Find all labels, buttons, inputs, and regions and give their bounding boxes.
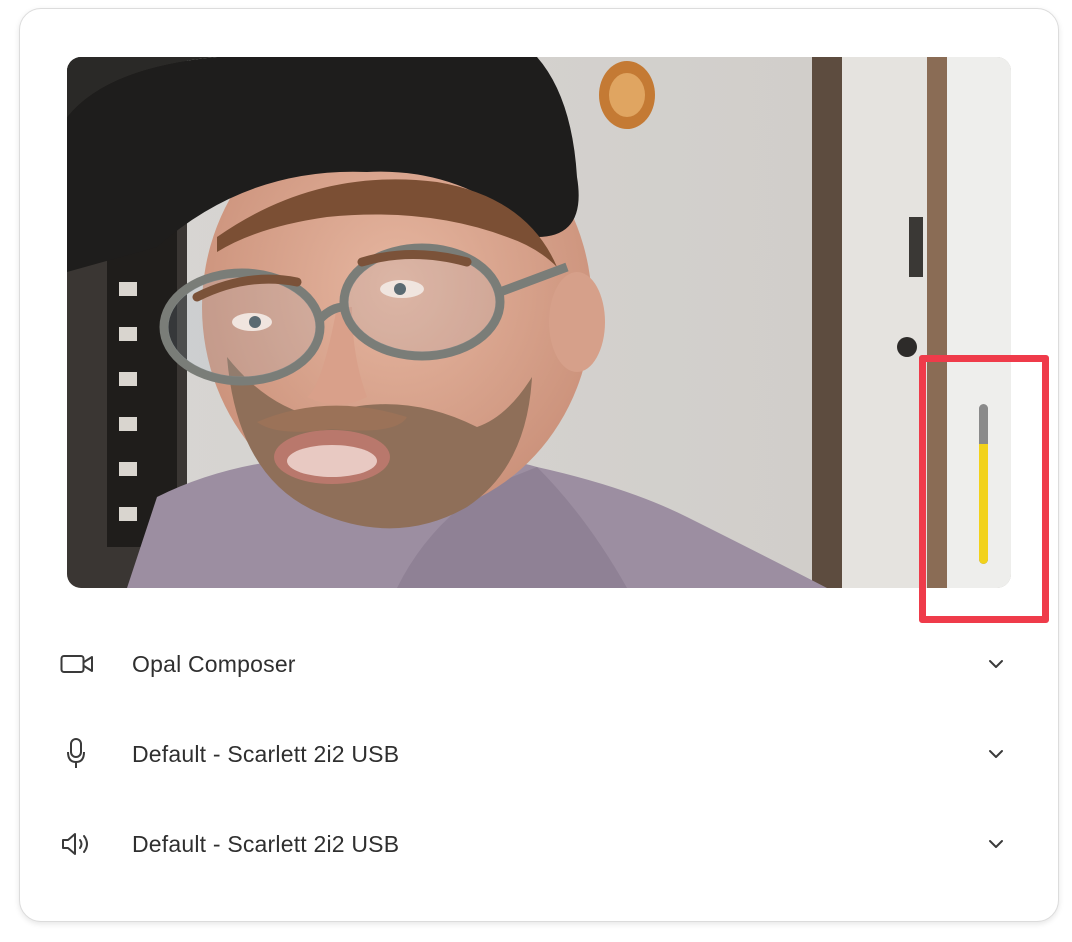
video-camera-icon [60, 644, 104, 684]
speaker-select[interactable]: Default - Scarlett 2i2 USB [60, 819, 1020, 869]
audio-level-meter [979, 404, 988, 564]
microphone-select-label: Default - Scarlett 2i2 USB [132, 740, 400, 767]
speaker-icon [60, 824, 104, 864]
chevron-down-icon [986, 654, 1006, 674]
microphone-select[interactable]: Default - Scarlett 2i2 USB [60, 729, 1020, 779]
chevron-down-icon [986, 744, 1006, 764]
camera-preview [67, 57, 1011, 588]
audio-level-fill [979, 444, 988, 564]
speaker-select-label: Default - Scarlett 2i2 USB [132, 830, 400, 857]
camera-preview-image [67, 57, 1011, 588]
microphone-icon [60, 734, 104, 774]
camera-select-label: Opal Composer [132, 650, 296, 677]
chevron-down-icon [986, 834, 1006, 854]
camera-select[interactable]: Opal Composer [60, 639, 1020, 689]
